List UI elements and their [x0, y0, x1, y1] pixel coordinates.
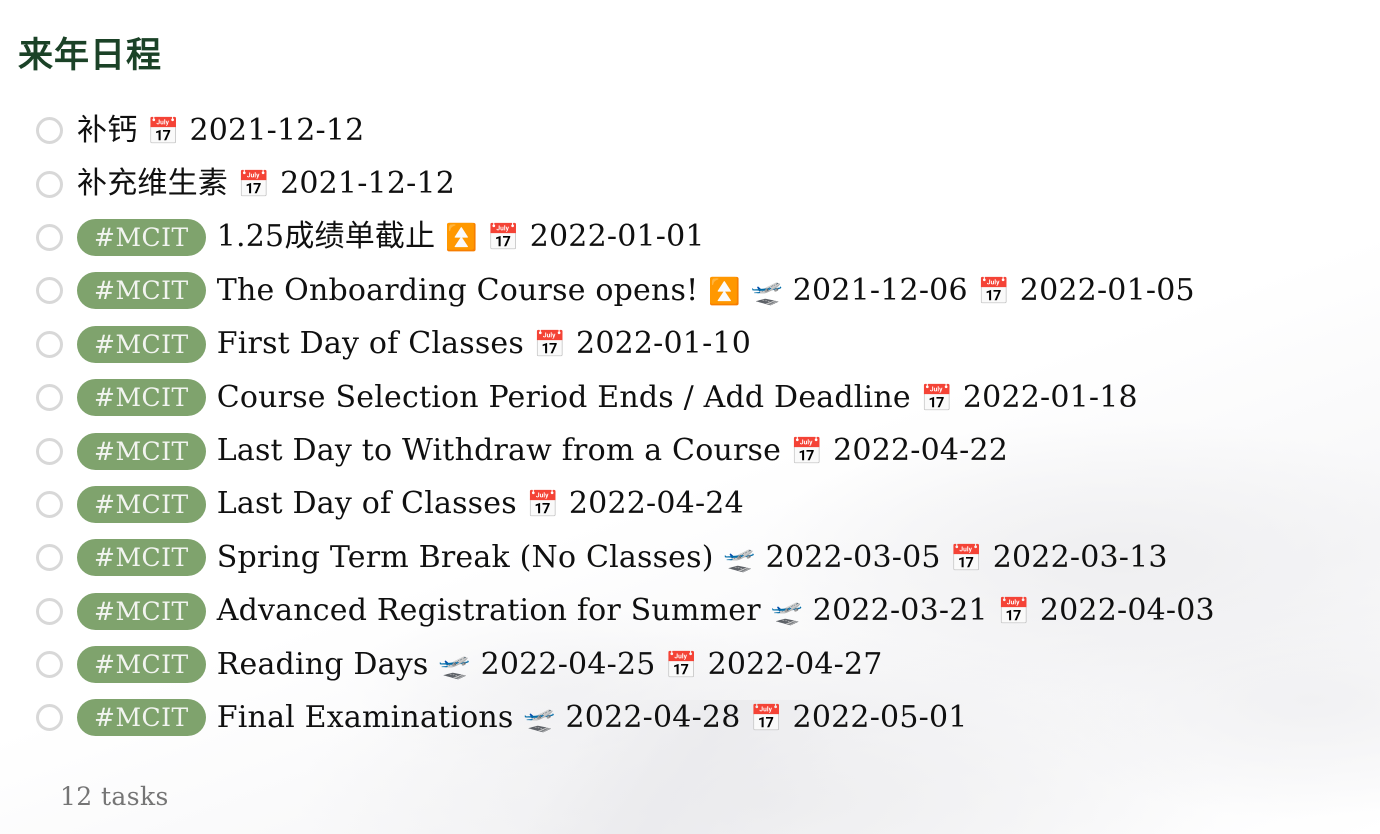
inline-emoji-icon: 📅 [920, 383, 954, 414]
task-count-label: 12 tasks [60, 782, 169, 811]
task-text: The Onboarding Course opens! ⏫ 🛫 2021-12… [216, 272, 1195, 308]
task-checkbox-icon[interactable] [36, 117, 63, 145]
task-tag-badge[interactable]: #MCIT [77, 325, 206, 363]
task-row[interactable]: #MCIT Last Day of Classes 📅 2022-04-24 [0, 478, 1380, 531]
task-list-page: 来年日程 补钙 📅 2021-12-12 补充维生素 📅 2021-12-12 #M… [0, 0, 1380, 834]
task-checkbox-icon[interactable] [36, 170, 63, 198]
task-text: 补钙 📅 2021-12-12 [77, 112, 365, 148]
task-text: Final Examinations 🛫 2022-04-28 📅 2022-0… [216, 699, 968, 735]
task-tag-badge[interactable]: #MCIT [77, 539, 206, 577]
inline-emoji-icon: 📅 [526, 490, 560, 521]
inline-emoji-icon: 📅 [147, 116, 180, 147]
task-checkbox-icon[interactable] [36, 490, 63, 518]
task-text: Course Selection Period Ends / Add Deadl… [216, 379, 1138, 415]
task-text: 补充维生素 📅 2021-12-12 [77, 166, 456, 202]
task-list: 补钙 📅 2021-12-12 补充维生素 📅 2021-12-12 #MCIT 1.… [0, 104, 1380, 745]
task-text: Last Day to Withdraw from a Course 📅 202… [216, 433, 1009, 469]
inline-emoji-icon: ⏫ [708, 276, 741, 307]
inline-emoji-icon: 🛫 [750, 276, 784, 307]
task-tag-badge[interactable]: #MCIT [77, 592, 206, 630]
inline-emoji-icon: 📅 [950, 543, 983, 574]
task-text: Advanced Registration for Summer 🛫 2022-… [216, 593, 1215, 629]
task-row[interactable]: #MCIT 1.25成绩单截止 ⏫ 📅 2022-01-01 [0, 211, 1380, 264]
task-tag-badge[interactable]: #MCIT [77, 646, 206, 684]
task-tag-badge[interactable]: #MCIT [77, 432, 206, 470]
task-checkbox-icon[interactable] [36, 651, 63, 679]
inline-emoji-icon: 📅 [977, 276, 1011, 307]
task-row[interactable]: #MCIT First Day of Classes 📅 2022-01-10 [0, 318, 1380, 371]
task-row[interactable]: #MCIT Reading Days 🛫 2022-04-25 📅 2022-04… [0, 638, 1380, 691]
inline-emoji-icon: 📅 [237, 170, 271, 201]
inline-emoji-icon: ⏫ [445, 223, 478, 254]
task-checkbox-icon[interactable] [36, 277, 63, 305]
task-row[interactable]: #MCIT Spring Term Break (No Classes) 🛫 20… [0, 531, 1380, 584]
inline-emoji-icon: 📅 [533, 330, 567, 361]
task-row[interactable]: #MCIT Advanced Registration for Summer 🛫 … [0, 585, 1380, 638]
task-checkbox-icon[interactable] [36, 437, 63, 465]
page-title: 来年日程 [18, 36, 163, 77]
task-text: First Day of Classes 📅 2022-01-10 [216, 326, 752, 362]
inline-emoji-icon: 📅 [997, 597, 1031, 628]
task-tag-badge[interactable]: #MCIT [77, 379, 206, 417]
task-row[interactable]: #MCIT Final Examinations 🛫 2022-04-28 📅 2… [0, 691, 1380, 744]
task-checkbox-icon[interactable] [36, 597, 63, 625]
task-row[interactable]: 补充维生素 📅 2021-12-12 [0, 157, 1380, 210]
task-row[interactable]: #MCIT Last Day to Withdraw from a Course … [0, 424, 1380, 477]
task-tag-badge[interactable]: #MCIT [77, 699, 206, 737]
inline-emoji-icon: 📅 [750, 703, 783, 734]
task-row[interactable]: #MCIT Course Selection Period Ends / Add … [0, 371, 1380, 424]
task-checkbox-icon[interactable] [36, 223, 63, 251]
inline-emoji-icon: 📅 [665, 650, 698, 681]
inline-emoji-icon: 🛫 [523, 703, 556, 734]
task-checkbox-icon[interactable] [36, 330, 63, 358]
inline-emoji-icon: 🛫 [723, 543, 756, 574]
task-row[interactable]: #MCIT The Onboarding Course opens! ⏫ 🛫 20… [0, 264, 1380, 317]
task-text: 1.25成绩单截止 ⏫ 📅 2022-01-01 [216, 219, 705, 255]
inline-emoji-icon: 🛫 [438, 650, 471, 681]
task-checkbox-icon[interactable] [36, 704, 63, 732]
inline-emoji-icon: 🛫 [770, 597, 804, 628]
task-tag-badge[interactable]: #MCIT [77, 272, 206, 310]
task-checkbox-icon[interactable] [36, 384, 63, 412]
task-checkbox-icon[interactable] [36, 544, 63, 572]
inline-emoji-icon: 📅 [790, 437, 824, 468]
task-text: Spring Term Break (No Classes) 🛫 2022-03… [216, 539, 1168, 575]
task-text: Last Day of Classes 📅 2022-04-24 [216, 486, 744, 522]
inline-emoji-icon: 📅 [487, 223, 520, 254]
task-tag-badge[interactable]: #MCIT [77, 485, 206, 523]
task-tag-badge[interactable]: #MCIT [77, 218, 206, 256]
task-text: Reading Days 🛫 2022-04-25 📅 2022-04-27 [216, 646, 883, 682]
task-row[interactable]: 补钙 📅 2021-12-12 [0, 104, 1380, 157]
